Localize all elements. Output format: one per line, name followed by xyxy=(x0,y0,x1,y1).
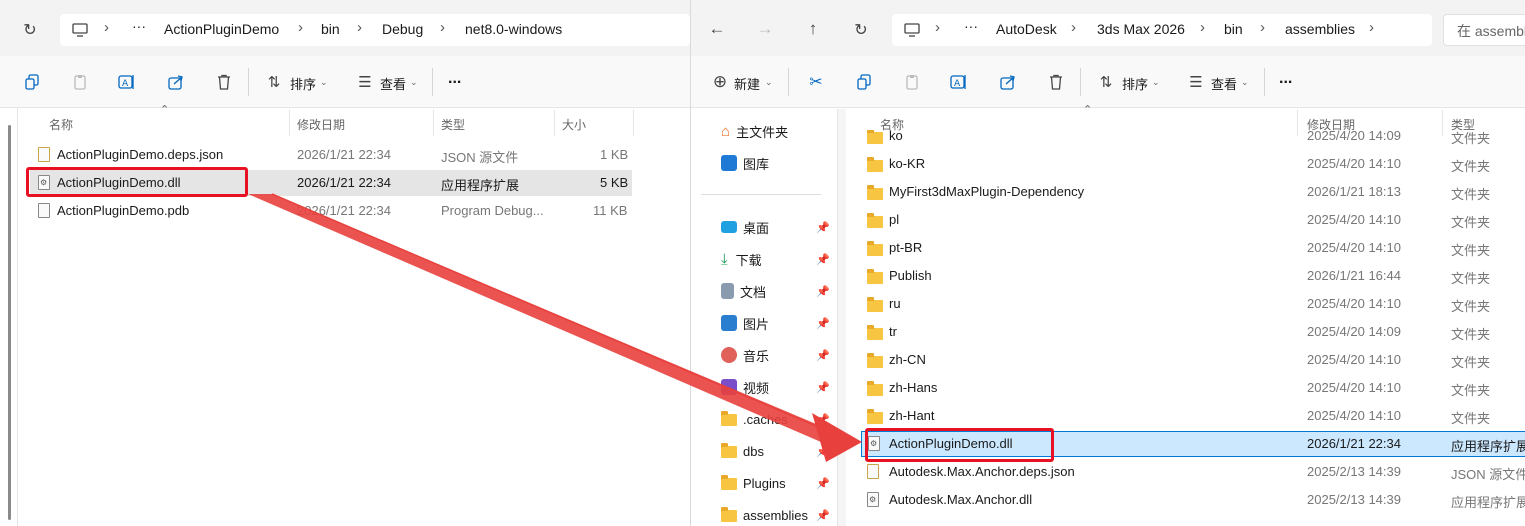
arrow-shaft xyxy=(248,194,835,442)
drag-arrow-overlay xyxy=(248,193,862,462)
arrow-head-icon xyxy=(812,413,862,462)
